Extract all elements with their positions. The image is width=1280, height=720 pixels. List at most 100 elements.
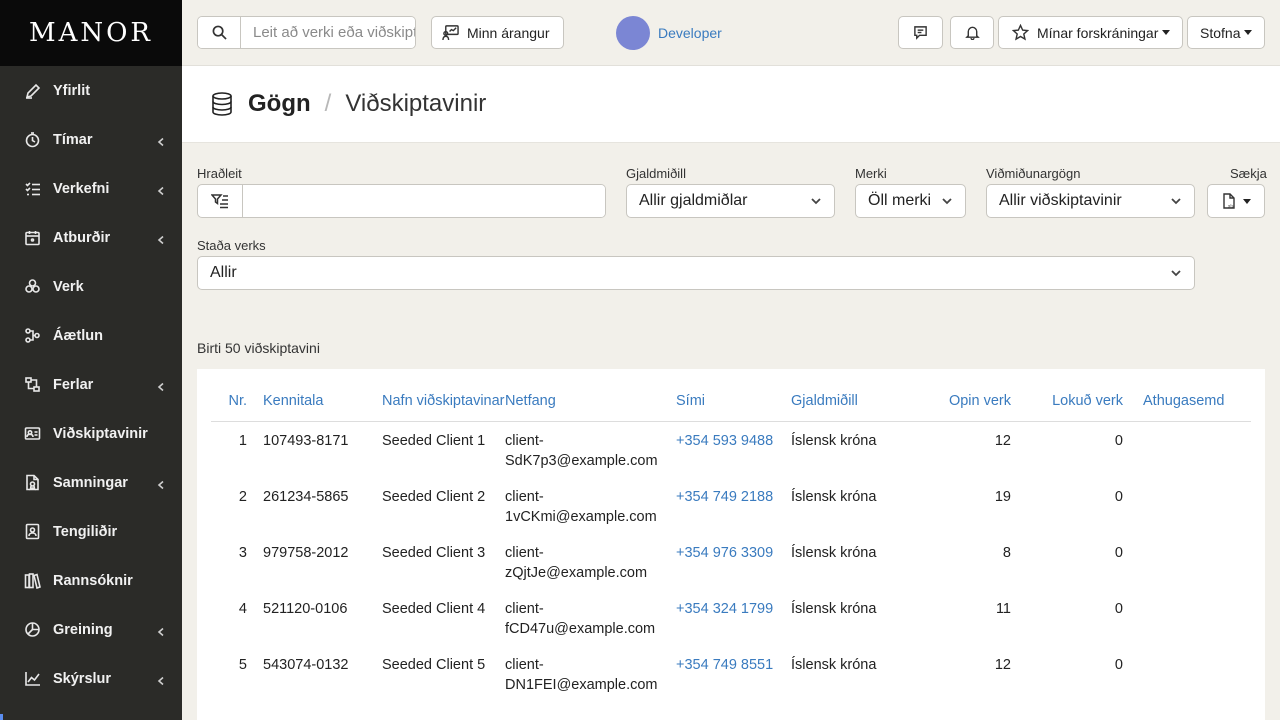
chevron-left-icon[interactable] bbox=[156, 135, 166, 146]
create-dropdown[interactable]: Stofna bbox=[1187, 16, 1265, 49]
task-list-icon bbox=[24, 180, 41, 197]
quick-search-label: Hraðleit bbox=[197, 166, 242, 181]
table-header-row: Nr. Kennitala Nafn viðskiptavinar Netfan… bbox=[211, 391, 1251, 422]
sidebar-item-verk[interactable]: Verk bbox=[0, 262, 182, 311]
page-header: Gögn / Viðskiptavinir bbox=[182, 66, 1280, 143]
notifications-button[interactable] bbox=[950, 16, 994, 49]
table-body: 1 107493-8171 Seeded Client 1 client- SdK7p3… bbox=[211, 422, 1251, 702]
column-header-nr[interactable]: Nr. bbox=[211, 391, 263, 422]
bell-icon bbox=[964, 26, 980, 40]
sidebar-item-ferlar[interactable]: Ferlar bbox=[0, 360, 182, 409]
pen-chart-icon bbox=[24, 82, 41, 99]
column-header-closed-projects[interactable]: Lokuð verk bbox=[1011, 391, 1123, 422]
search-input[interactable] bbox=[241, 17, 415, 48]
cell-note bbox=[1123, 478, 1251, 534]
cell-phone-link[interactable]: +354 976 3309 bbox=[676, 534, 791, 590]
tags-value: Öll merki bbox=[868, 192, 932, 209]
sidebar-item-skyrslur[interactable]: Skýrslur bbox=[0, 654, 182, 703]
quick-search-input[interactable] bbox=[243, 185, 605, 217]
cell-email: client- SdK7p3@example.com bbox=[505, 433, 658, 469]
table-row[interactable]: 1 107493-8171 Seeded Client 1 client- SdK7p3… bbox=[211, 422, 1251, 478]
cell-currency: Íslensk króna bbox=[791, 544, 877, 561]
sidebar-item-yfirlit[interactable]: Yfirlit bbox=[0, 66, 182, 115]
table-row[interactable]: 2 261234-5865 Seeded Client 2 client- 1vCKmi… bbox=[211, 478, 1251, 534]
cell-open-projects: 12 bbox=[994, 433, 1011, 449]
page-subtitle: Viðskiptavinir bbox=[345, 90, 487, 117]
breadcrumb-separator: / bbox=[324, 90, 332, 117]
sidebar-item-label: Tímar bbox=[53, 131, 93, 148]
sidebar-item-label: Viðskiptavinir bbox=[53, 425, 148, 442]
page-title[interactable]: Gögn bbox=[248, 90, 311, 118]
sidebar-item-label: Áætlun bbox=[53, 327, 103, 344]
sidebar-nav: Yfirlit Tímar Verkefni Atburðir Verk Áætlun Fe… bbox=[0, 66, 182, 703]
column-header-currency[interactable]: Gjaldmiðill bbox=[791, 391, 913, 422]
cell-note bbox=[1123, 534, 1251, 590]
sidebar-item-samningar[interactable]: Samningar bbox=[0, 458, 182, 507]
reference-data-label: Viðmiðunargögn bbox=[986, 166, 1081, 181]
currency-label: Gjaldmiðill bbox=[626, 166, 686, 181]
user-menu[interactable]: Developer bbox=[616, 16, 722, 50]
sidebar-item-label: Yfirlit bbox=[53, 82, 91, 99]
table-row[interactable]: 5 543074-0132 Seeded Client 5 client- DN1FEI… bbox=[211, 646, 1251, 702]
sidebar-item-vidskiptavinir[interactable]: Viðskiptavinir bbox=[0, 409, 182, 458]
tags-select[interactable]: Öll merki bbox=[855, 184, 966, 218]
sidebar-item-label: Samningar bbox=[53, 474, 128, 491]
table-row[interactable]: 3 979758-2012 Seeded Client 3 client-zQjtJe… bbox=[211, 534, 1251, 590]
sidebar-item-label: Rannsóknir bbox=[53, 572, 133, 589]
chevron-left-icon[interactable] bbox=[156, 674, 166, 685]
svg-text:xls: xls bbox=[1228, 203, 1234, 208]
search-button[interactable] bbox=[198, 17, 241, 48]
caret-down-icon bbox=[1162, 30, 1171, 35]
cell-phone-link[interactable]: +354 324 1799 bbox=[676, 590, 791, 646]
column-header-email[interactable]: Netfang bbox=[505, 391, 676, 422]
sidebar-item-label: Greining bbox=[53, 621, 113, 638]
chevron-left-icon[interactable] bbox=[156, 184, 166, 195]
cell-phone-link[interactable]: +354 749 2188 bbox=[676, 478, 791, 534]
stopwatch-icon bbox=[24, 131, 41, 148]
messages-button[interactable] bbox=[898, 16, 943, 49]
tags-label: Merki bbox=[855, 166, 887, 181]
my-performance-button[interactable]: Minn árangur bbox=[431, 16, 564, 49]
chevron-down-icon bbox=[942, 198, 952, 205]
currency-select[interactable]: Allir gjaldmiðlar bbox=[626, 184, 835, 218]
cell-phone-link[interactable]: +354 749 8551 bbox=[676, 646, 791, 702]
cell-email: client- DN1FEI@example.com bbox=[505, 656, 658, 693]
cell-phone-link[interactable]: +354 593 9488 bbox=[676, 422, 791, 478]
cell-note bbox=[1123, 422, 1251, 478]
chevron-left-icon[interactable] bbox=[156, 625, 166, 636]
chevron-left-icon[interactable] bbox=[156, 233, 166, 244]
brand-logo[interactable]: MANOR bbox=[0, 0, 182, 66]
results-count: Birti 50 viðskiptavini bbox=[197, 340, 320, 356]
sidebar-item-greining[interactable]: Greining bbox=[0, 605, 182, 654]
column-header-open-projects[interactable]: Opin verk bbox=[913, 391, 1011, 422]
cell-kennitala: 543074-0132 bbox=[263, 656, 349, 673]
sidebar-item-tengilidir[interactable]: Tengiliðir bbox=[0, 507, 182, 556]
favorites-dropdown[interactable]: Mínar forskráningar bbox=[998, 16, 1183, 49]
sidebar-item-atburdir[interactable]: Atburðir bbox=[0, 213, 182, 262]
sidebar-item-timar[interactable]: Tímar bbox=[0, 115, 182, 164]
column-header-name[interactable]: Nafn viðskiptavinar bbox=[382, 391, 505, 422]
search-box bbox=[197, 16, 416, 49]
download-dropdown[interactable]: xls bbox=[1207, 184, 1265, 218]
sidebar-item-aaetlun[interactable]: Áætlun bbox=[0, 311, 182, 360]
cell-client-name: Seeded Client 4 bbox=[382, 600, 486, 617]
chevron-left-icon[interactable] bbox=[156, 478, 166, 489]
table-row[interactable]: 4 521120-0106 Seeded Client 4 client-fCD47u… bbox=[211, 590, 1251, 646]
user-name[interactable]: Developer bbox=[658, 25, 722, 41]
project-status-select[interactable]: Allir bbox=[197, 256, 1195, 290]
currency-value: Allir gjaldmiðlar bbox=[639, 192, 748, 209]
column-header-phone[interactable]: Sími bbox=[676, 391, 791, 422]
cell-nr: 5 bbox=[238, 656, 247, 673]
sidebar-item-verkefni[interactable]: Verkefni bbox=[0, 164, 182, 213]
filter-toggle-button[interactable] bbox=[198, 185, 243, 217]
books-icon bbox=[24, 572, 41, 589]
chevron-left-icon[interactable] bbox=[156, 380, 166, 391]
reference-data-select[interactable]: Allir viðskiptavinir bbox=[986, 184, 1195, 218]
column-header-kennitala[interactable]: Kennitala bbox=[263, 391, 382, 422]
column-header-note[interactable]: Athugasemd bbox=[1123, 391, 1251, 422]
cell-email: client-zQjtJe@example.com bbox=[505, 544, 648, 581]
cell-note bbox=[1123, 590, 1251, 646]
sidebar-item-rannsoknir[interactable]: Rannsóknir bbox=[0, 556, 182, 605]
quick-search-field bbox=[197, 184, 606, 218]
caret-down-icon bbox=[1243, 198, 1251, 204]
